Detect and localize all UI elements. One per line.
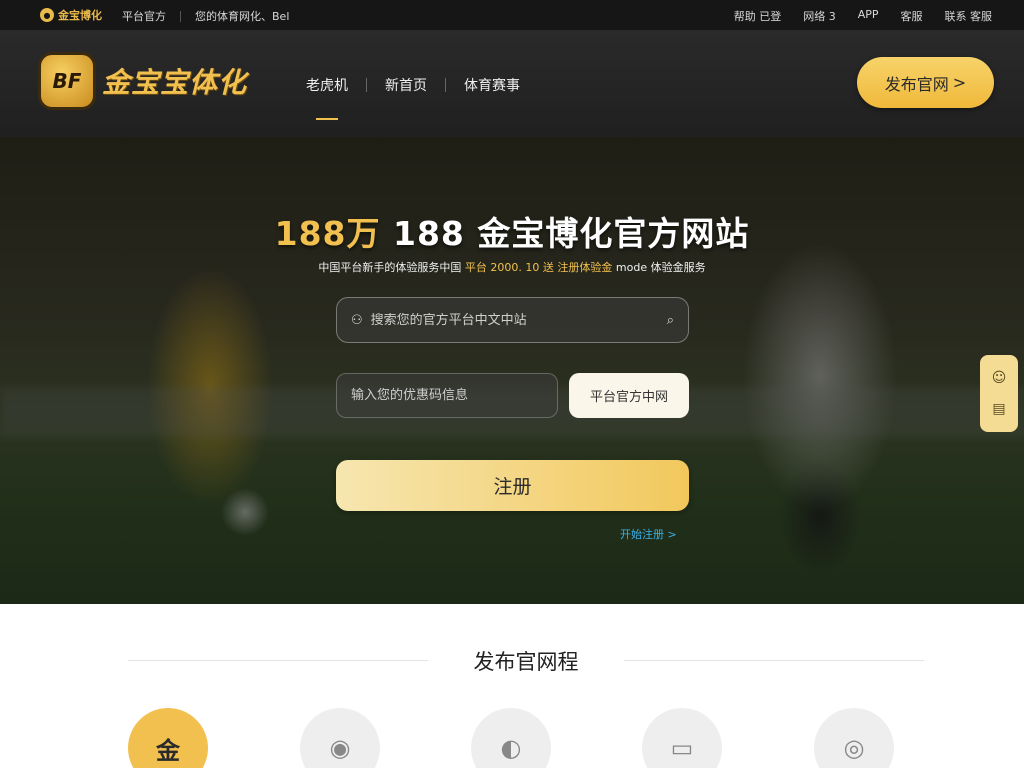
hero-subtitle-text: 中国平台新手的体验服务中国 bbox=[318, 261, 462, 274]
hero-subtitle-highlight: 注册体验金 bbox=[557, 261, 613, 274]
chevron-right-icon: > bbox=[952, 73, 967, 92]
section-header: 发布官网程 bbox=[128, 644, 924, 676]
hero-subtitle: 中国平台新手的体验服务中国 平台 2000. 10 送 注册体验金 mode 体… bbox=[0, 259, 1024, 275]
site-logo[interactable]: BF 金宝宝体化 bbox=[38, 52, 247, 110]
util-link[interactable]: 客服 bbox=[901, 8, 923, 24]
mini-logo-text: 金宝博化 bbox=[58, 9, 102, 22]
divider bbox=[445, 78, 446, 92]
divider bbox=[180, 10, 181, 22]
util-link[interactable]: APP bbox=[858, 8, 879, 24]
feature-icons: 金 ◉ ◐ ▭ ◎ bbox=[128, 708, 898, 768]
search-icon[interactable]: ⌕ bbox=[667, 313, 674, 328]
main-nav: 老虎机 新首页 体育赛事 bbox=[304, 75, 522, 120]
util-links-right: 帮助 已登 网络 3 APP 客服 联系 客服 bbox=[734, 8, 992, 24]
mini-logo-icon: ● bbox=[40, 8, 54, 22]
divider bbox=[624, 660, 924, 661]
official-site-label: 发布官网 bbox=[884, 74, 949, 94]
mini-logo[interactable]: ● 金宝博化 bbox=[40, 7, 102, 23]
util-link[interactable]: 平台官方 bbox=[122, 8, 166, 24]
util-link[interactable]: 帮助 已登 bbox=[734, 8, 782, 24]
feature-gold-icon[interactable]: 金 bbox=[128, 708, 208, 768]
util-link[interactable]: 您的体育网化、Bel bbox=[195, 8, 289, 24]
util-link[interactable]: 网络 3 bbox=[803, 8, 836, 24]
nav-item-sports[interactable]: 体育赛事 bbox=[462, 75, 522, 95]
util-link[interactable]: 联系 客服 bbox=[945, 8, 993, 24]
hero-subtitle-text: mode 体验金服务 bbox=[615, 261, 706, 274]
search-box: ⚇ ⌕ bbox=[336, 297, 689, 343]
hero-title-main: 188 金宝博化官方网站 bbox=[393, 214, 750, 253]
promo-code-input[interactable] bbox=[336, 373, 558, 418]
register-button[interactable]: 注册 bbox=[336, 460, 689, 511]
section-title: 发布官网程 bbox=[473, 650, 579, 674]
feature-user-icon[interactable]: ◉ bbox=[300, 708, 380, 768]
hero-title-highlight: 188万 bbox=[274, 214, 381, 253]
feature-compass-icon[interactable]: ◐ bbox=[471, 708, 551, 768]
hero-subtitle-highlight: 平台 2000. 10 送 bbox=[464, 261, 554, 274]
logo-emblem-icon: BF bbox=[38, 52, 96, 110]
hero-title: 188万 188 金宝博化官方网站 bbox=[0, 207, 1024, 255]
main-header: BF 金宝宝体化 老虎机 新首页 体育赛事 发布官网 > bbox=[0, 30, 1024, 137]
chat-icon[interactable]: ☺ bbox=[992, 370, 1007, 386]
promo-code-button[interactable]: 平台官方中网 bbox=[569, 373, 689, 418]
logo-text: 金宝宝体化 bbox=[102, 66, 248, 99]
app-icon[interactable]: ▤ bbox=[992, 401, 1005, 417]
feature-card-icon[interactable]: ▭ bbox=[642, 708, 722, 768]
side-widget[interactable]: ☺ ▤ bbox=[980, 355, 1018, 432]
divider bbox=[366, 78, 367, 92]
top-utility-bar: ● 金宝博化 平台官方 您的体育网化、Bel 帮助 已登 网络 3 APP 客服… bbox=[0, 0, 1024, 30]
search-input[interactable] bbox=[370, 312, 659, 328]
util-links-left: 平台官方 您的体育网化、Bel bbox=[122, 8, 289, 24]
feature-wallet-icon[interactable]: ◎ bbox=[814, 708, 894, 768]
nav-item-slots[interactable]: 老虎机 bbox=[304, 75, 350, 120]
hero-banner: 188万 188 金宝博化官方网站 中国平台新手的体验服务中国 平台 2000.… bbox=[0, 137, 1024, 604]
start-register-link[interactable]: 开始注册 > bbox=[620, 526, 677, 542]
nav-item-home[interactable]: 新首页 bbox=[383, 75, 429, 95]
user-icon: ⚇ bbox=[351, 312, 363, 328]
official-site-button[interactable]: 发布官网 > bbox=[857, 57, 994, 108]
